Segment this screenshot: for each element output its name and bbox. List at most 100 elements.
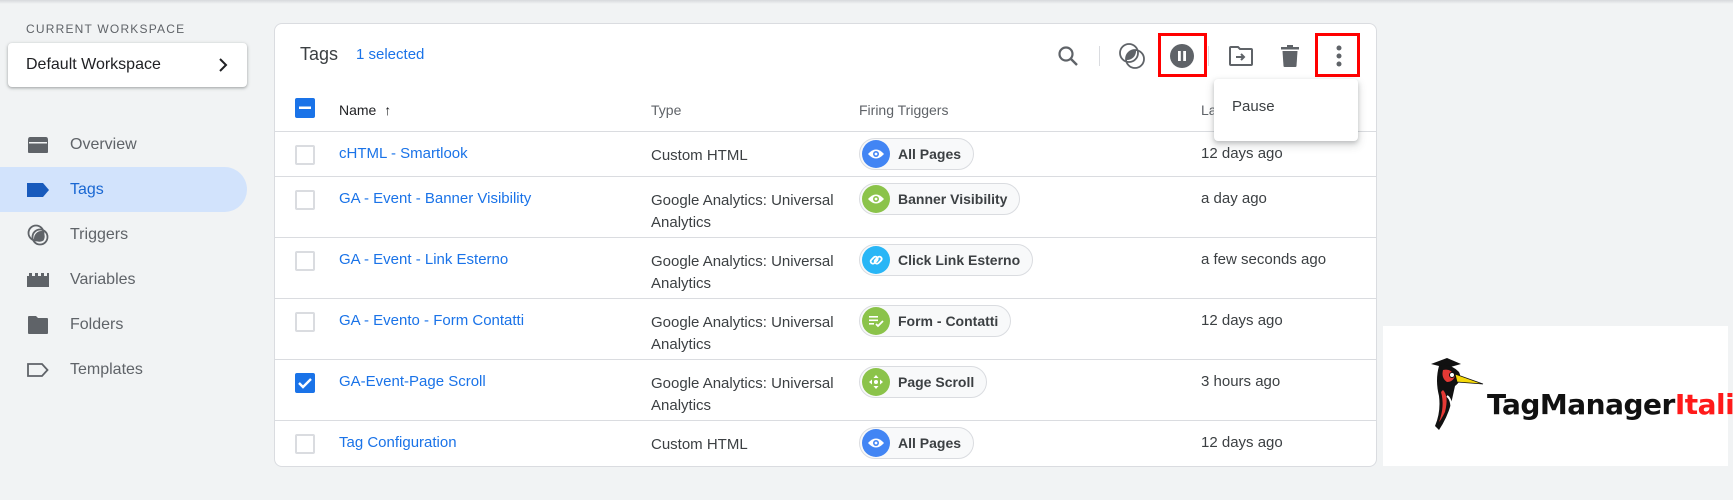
sidebar-item-folders[interactable]: Folders	[0, 302, 247, 347]
more-vert-icon	[1336, 45, 1342, 67]
table-row[interactable]: cHTML - Smartlook Custom HTML All Pages 12 …	[275, 132, 1376, 177]
last-edited: 3 hours ago	[1201, 373, 1281, 390]
tag-name-link[interactable]: Tag Configuration	[339, 434, 457, 451]
trigger-chip[interactable]: All Pages	[859, 427, 975, 459]
trigger-chip-label: All Pages	[898, 435, 962, 451]
sidebar-nav: Overview Tags Triggers Variables Folders…	[0, 122, 247, 392]
form-check-icon	[862, 307, 890, 335]
eye-icon	[862, 185, 890, 213]
column-header-type[interactable]: Type	[651, 102, 681, 118]
check-icon	[298, 378, 312, 389]
tag-name-link[interactable]: cHTML - Smartlook	[339, 145, 468, 162]
table-row[interactable]: GA - Event - Link Esterno Google Analytic…	[275, 238, 1376, 299]
sidebar-item-label: Folders	[70, 315, 124, 333]
trigger-chip[interactable]: Banner Visibility	[859, 183, 1021, 215]
last-edited: a day ago	[1201, 190, 1267, 207]
trigger-chip[interactable]: Form - Contatti	[859, 305, 1012, 337]
pause-button[interactable]	[1162, 36, 1202, 76]
trigger-chip[interactable]: All Pages	[859, 138, 975, 170]
pause-circle-icon	[1170, 44, 1194, 68]
variables-icon	[26, 268, 50, 292]
select-all-checkbox[interactable]	[295, 98, 315, 118]
trigger-chip[interactable]: Page Scroll	[859, 366, 988, 398]
table-row[interactable]: Tag Configuration Custom HTML All Pages 12 …	[275, 421, 1376, 467]
tag-type: Custom HTML	[651, 436, 748, 453]
link-icon	[862, 246, 890, 274]
menu-item-pause[interactable]: Pause	[1232, 98, 1275, 115]
tag-name-link[interactable]: GA - Evento - Form Contatti	[339, 312, 524, 329]
trigger-chip-label: All Pages	[898, 146, 962, 162]
tag-icon	[26, 178, 50, 202]
row-checkbox[interactable]	[295, 312, 315, 332]
trash-icon	[1281, 45, 1299, 67]
table-row[interactable]: GA-Event-Page Scroll Google Analytics: Un…	[275, 360, 1376, 421]
trigger-icon	[26, 223, 50, 247]
tag-type: Google Analytics: Universal Analytics	[651, 375, 834, 414]
column-header-name[interactable]: Name ↑	[339, 102, 391, 118]
row-checkbox[interactable]	[295, 434, 315, 454]
last-edited: a few seconds ago	[1201, 251, 1327, 268]
sidebar-item-label: Overview	[70, 135, 137, 153]
sidebar-item-variables[interactable]: Variables	[0, 257, 247, 302]
row-checkbox[interactable]	[295, 251, 315, 271]
move-to-folder-button[interactable]	[1221, 36, 1261, 76]
scroll-arrows-icon	[862, 368, 890, 396]
folder-icon	[26, 313, 50, 337]
delete-button[interactable]	[1270, 36, 1310, 76]
toolbar-divider	[1208, 46, 1209, 66]
trigger-chip-label: Banner Visibility	[898, 191, 1008, 207]
card-header: Tags 1 selected	[275, 24, 1376, 86]
trigger-chip-label: Page Scroll	[898, 374, 975, 390]
woodpecker-mascot-icon	[1431, 358, 1484, 430]
row-checkbox[interactable]	[295, 373, 315, 393]
sidebar-item-label: Tags	[70, 180, 104, 198]
sidebar-item-overview[interactable]: Overview	[0, 122, 247, 167]
chevron-right-icon	[219, 58, 228, 72]
sidebar-item-triggers[interactable]: Triggers	[0, 212, 247, 257]
sidebar-item-label: Templates	[70, 360, 143, 378]
last-edited: 12 days ago	[1201, 312, 1283, 329]
tag-name-link[interactable]: GA - Event - Link Esterno	[339, 251, 508, 268]
workspace-selector[interactable]: Default Workspace	[8, 43, 247, 87]
row-checkbox[interactable]	[295, 145, 315, 165]
sidebar-item-tags[interactable]: Tags	[0, 167, 247, 212]
eye-icon	[862, 429, 890, 457]
template-icon	[26, 358, 50, 382]
workspace-label: CURRENT WORKSPACE	[26, 22, 186, 36]
column-header-firing-triggers[interactable]: Firing Triggers	[859, 102, 948, 118]
tag-name-link[interactable]: GA - Event - Banner Visibility	[339, 190, 531, 207]
tagmanageritalia-logo: TagManagerItalia	[1383, 326, 1733, 466]
move-to-folder-icon	[1229, 46, 1253, 66]
sidebar-item-label: Triggers	[70, 225, 129, 243]
top-bar-shadow	[0, 0, 1733, 4]
trigger-chip[interactable]: Click Link Esterno	[859, 244, 1034, 276]
table-row[interactable]: GA - Evento - Form Contatti Google Analyt…	[275, 299, 1376, 360]
tag-type: Google Analytics: Universal Analytics	[651, 314, 834, 353]
sidebar-item-templates[interactable]: Templates	[0, 347, 247, 392]
last-edited: 12 days ago	[1201, 145, 1283, 162]
more-options-button[interactable]	[1319, 36, 1359, 76]
trigger-chip-label: Click Link Esterno	[898, 252, 1021, 268]
eye-icon	[862, 140, 890, 168]
search-icon	[1058, 46, 1078, 66]
row-checkbox[interactable]	[295, 190, 315, 210]
change-triggers-button[interactable]	[1112, 36, 1152, 76]
tag-name-link[interactable]: GA-Event-Page Scroll	[339, 373, 486, 390]
sort-ascending-icon: ↑	[384, 102, 392, 118]
sidebar-item-label: Variables	[70, 270, 136, 288]
tag-type: Google Analytics: Universal Analytics	[651, 253, 834, 292]
workspace-name: Default Workspace	[26, 56, 161, 73]
overview-icon	[26, 133, 50, 157]
table-row[interactable]: GA - Event - Banner Visibility Google Ana…	[275, 177, 1376, 238]
toolbar-divider	[1099, 46, 1100, 66]
tag-type: Google Analytics: Universal Analytics	[651, 192, 834, 231]
table-header: Name ↑ Type Firing Triggers Last Edited	[275, 86, 1376, 132]
last-edited: 12 days ago	[1201, 434, 1283, 451]
column-header-label: Name	[339, 102, 377, 118]
minus-icon	[299, 106, 311, 109]
more-options-menu: Pause	[1214, 79, 1358, 141]
tags-card: Tags 1 selected Name ↑ Type Firing Trigg…	[274, 23, 1377, 467]
search-button[interactable]	[1048, 36, 1088, 76]
bulk-actions-toolbar	[275, 33, 1376, 77]
tag-type: Custom HTML	[651, 147, 748, 164]
